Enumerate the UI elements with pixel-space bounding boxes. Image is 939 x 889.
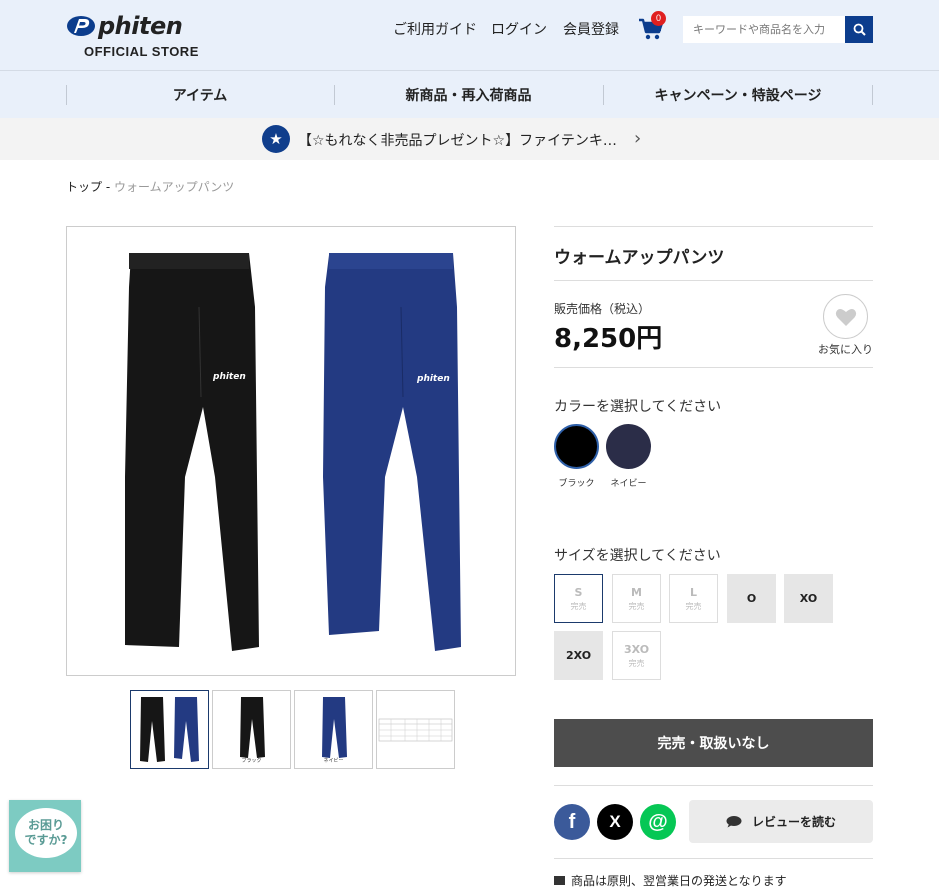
bullet-square-icon: [554, 876, 565, 885]
read-reviews-button[interactable]: レビューを読む: [689, 800, 873, 843]
category-items[interactable]: アイテム: [66, 85, 334, 105]
size-status: 完売: [685, 601, 702, 611]
size-option-2xo[interactable]: 2XO: [554, 631, 603, 680]
phiten-logo-mark-icon: [67, 16, 95, 36]
size-option-3xo[interactable]: 3XO 完売: [612, 631, 661, 680]
promo-banner[interactable]: ★ 【☆もれなく非売品プレゼント☆】ファイテンキ… ›: [0, 118, 939, 160]
thumbnail-photo: [140, 697, 199, 762]
breadcrumb-separator: -: [102, 180, 114, 194]
nav-register-link[interactable]: 会員登録: [563, 19, 619, 39]
divider: [554, 858, 873, 859]
nav-login-link[interactable]: ログイン: [491, 19, 547, 39]
product-title: ウォームアップパンツ: [554, 248, 725, 268]
size-code: M: [631, 585, 642, 599]
product-price: 8,250円: [554, 324, 663, 354]
category-new-arrivals[interactable]: 新商品・再入荷商品: [334, 85, 603, 105]
size-status: 完売: [628, 601, 645, 611]
breadcrumb-top-link[interactable]: トップ: [66, 180, 102, 194]
review-button-label: レビューを読む: [751, 815, 836, 829]
size-option-o[interactable]: O: [727, 574, 776, 623]
price-label: 販売価格（税込）: [554, 302, 651, 316]
logo-subtitle: OFFICIAL STORE: [84, 44, 199, 59]
category-divider: [872, 85, 873, 105]
facebook-share-button[interactable]: f: [554, 804, 590, 840]
size-status: 完売: [570, 601, 587, 611]
category-campaigns[interactable]: キャンペーン・特設ページ: [603, 85, 873, 105]
shipping-note-text: 商品は原則、翌営業日の発送となります: [571, 874, 787, 888]
shipping-note: 商品は原則、翌営業日の発送となります: [554, 872, 787, 889]
breadcrumb-current: ウォームアップパンツ: [113, 180, 235, 194]
help-chat-widget[interactable]: お困り ですか?: [9, 800, 81, 872]
divider: [554, 280, 873, 281]
heart-icon: [835, 308, 856, 326]
color-swatch-navy[interactable]: [606, 424, 651, 469]
phiten-logo[interactable]: phiten OFFICIAL STORE: [66, 12, 206, 60]
promo-text[interactable]: 【☆もれなく非売品プレゼント☆】ファイテンキ…: [298, 130, 617, 150]
color-heading: カラーを選択してください: [554, 399, 722, 415]
search-button[interactable]: [845, 16, 873, 43]
help-bubble-text: お困り ですか?: [15, 808, 77, 858]
size-chart-thumbnail: [378, 718, 453, 742]
size-code: 3XO: [623, 642, 650, 656]
size-option-l[interactable]: L 完売: [669, 574, 718, 623]
svg-text:phiten: phiten: [416, 374, 450, 384]
favorite-label: お気に入り: [818, 343, 873, 356]
size-code: XO: [799, 592, 818, 605]
nav-guide-link[interactable]: ご利用ガイド: [393, 19, 477, 39]
breadcrumb: トップ - ウォームアップパンツ: [66, 178, 234, 195]
line-icon: @: [648, 810, 668, 833]
soldout-button[interactable]: 完売・取扱いなし: [554, 719, 873, 767]
divider: [554, 226, 873, 227]
divider: [554, 367, 873, 368]
svg-text:phiten: phiten: [212, 372, 246, 382]
star-icon: ★: [262, 125, 290, 153]
thumbnail-label: ネイビー: [323, 758, 344, 764]
search-icon: [853, 23, 866, 36]
favorite-button[interactable]: [823, 294, 868, 339]
thumbnail-navy[interactable]: ネイビー: [294, 690, 373, 769]
thumbnail-black[interactable]: ブラック: [212, 690, 291, 769]
site-header: phiten OFFICIAL STORE ご利用ガイド ログイン 会員登録 0: [0, 0, 939, 71]
divider: [554, 785, 873, 786]
logo-wordmark: phiten: [98, 12, 183, 40]
color-swatch-black[interactable]: [554, 424, 599, 469]
color-label: ネイビー: [610, 479, 647, 489]
main-product-image[interactable]: phiten phiten: [66, 226, 516, 676]
search-input[interactable]: [683, 16, 845, 43]
cart-count-badge: 0: [651, 11, 666, 26]
thumbnail-size-chart[interactable]: [376, 690, 455, 769]
line-share-button[interactable]: @: [640, 804, 676, 840]
thumbnail-both-colors[interactable]: [130, 690, 209, 769]
color-label: ブラック: [558, 479, 595, 489]
size-option-m[interactable]: M 完売: [612, 574, 661, 623]
size-code: 2XO: [565, 649, 592, 662]
facebook-icon: f: [568, 810, 576, 833]
x-share-button[interactable]: X: [597, 804, 633, 840]
speech-bubble-icon: [726, 816, 742, 828]
size-option-s[interactable]: S 完売: [554, 574, 603, 623]
size-status: 完売: [628, 658, 645, 668]
size-code: O: [746, 592, 757, 605]
size-option-xo[interactable]: XO: [784, 574, 833, 623]
category-bar: アイテム 新商品・再入荷商品 キャンペーン・特設ページ: [0, 71, 939, 118]
x-icon: X: [609, 812, 621, 831]
product-photo: phiten phiten: [125, 253, 461, 651]
thumbnail-label: ブラック: [241, 758, 262, 764]
chevron-right-icon[interactable]: ›: [634, 128, 641, 149]
size-code: L: [689, 585, 697, 599]
size-code: S: [574, 585, 583, 599]
size-heading: サイズを選択してください: [554, 548, 721, 564]
